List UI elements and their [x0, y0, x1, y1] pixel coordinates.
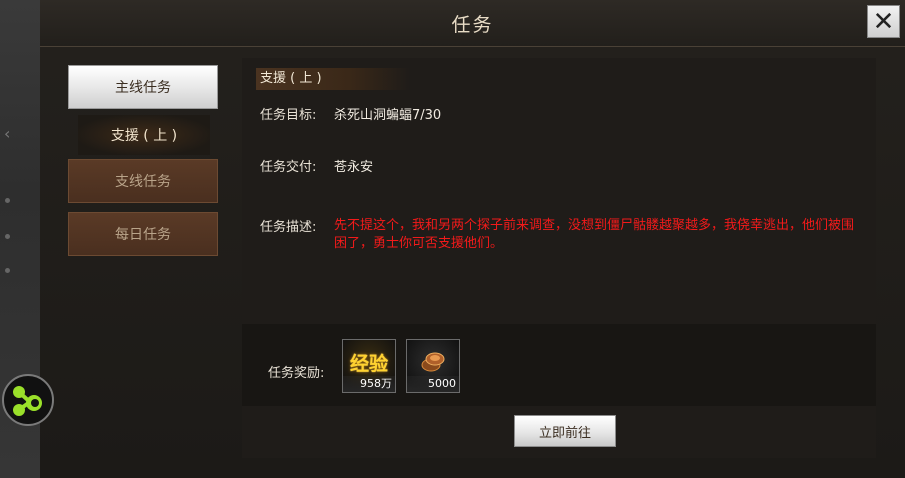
task-name: 支援 ( 上 ): [256, 68, 410, 90]
reward-area: 任务奖励: 经验 958万 5000: [242, 324, 876, 406]
window-title: 任务: [451, 14, 494, 36]
task-window: 任务 ✕ 主线任务 支援 ( 上 ) 支线任务 每日任务 支援 ( 上 ) 任务…: [40, 0, 905, 478]
task-category-tabs: 主线任务 支援 ( 上 ) 支线任务 每日任务: [64, 58, 224, 458]
tab-daily-quest[interactable]: 每日任务: [68, 212, 218, 256]
task-desc-label: 任务描述:: [260, 220, 317, 235]
task-description: 先不提这个，我和另两个探子前来调查，没想到僵尸骷髅越聚越多，我侥幸逃出，他们被围…: [334, 218, 855, 251]
bullet-icon: [5, 268, 10, 273]
bullet-icon: [5, 234, 10, 239]
task-desc-row: 任务描述:: [260, 216, 334, 235]
gold-coin-icon: [421, 352, 445, 372]
task-deliver-row: 任务交付: 苍永安: [260, 156, 373, 175]
task-goal-row: 任务目标: 杀死山洞蝙蝠7/30: [260, 104, 441, 123]
reward-count: 5000: [407, 376, 459, 392]
exp-icon: 经验: [349, 353, 388, 375]
task-deliver-npc[interactable]: 苍永安: [334, 160, 373, 175]
tab-branch-quest[interactable]: 支线任务: [68, 159, 218, 203]
reward-exp-slot[interactable]: 经验 958万: [342, 339, 396, 393]
tab-main-quest[interactable]: 主线任务: [68, 65, 218, 109]
task-deliver-label: 任务交付:: [260, 160, 317, 175]
title-bar: 任务 ✕: [40, 0, 905, 47]
molecule-icon: [13, 386, 42, 416]
reward-gold-slot[interactable]: 5000: [406, 339, 460, 393]
reward-count: 958万: [343, 376, 395, 392]
close-button[interactable]: ✕: [867, 5, 900, 38]
go-now-button[interactable]: 立即前往: [514, 415, 616, 447]
task-detail-panel: 支援 ( 上 ) 任务目标: 杀死山洞蝙蝠7/30 任务交付: 苍永安 任务描述: …: [242, 58, 876, 458]
task-goal-value: 杀死山洞蝙蝠7/30: [334, 108, 442, 123]
reward-label: 任务奖励:: [268, 366, 325, 381]
chevron-left-icon: ‹: [4, 124, 11, 143]
task-goal-label: 任务目标:: [260, 108, 317, 123]
quest-item-support[interactable]: 支援 ( 上 ): [78, 115, 210, 155]
bullet-icon: [5, 198, 10, 203]
floating-menu-button[interactable]: [2, 374, 54, 426]
